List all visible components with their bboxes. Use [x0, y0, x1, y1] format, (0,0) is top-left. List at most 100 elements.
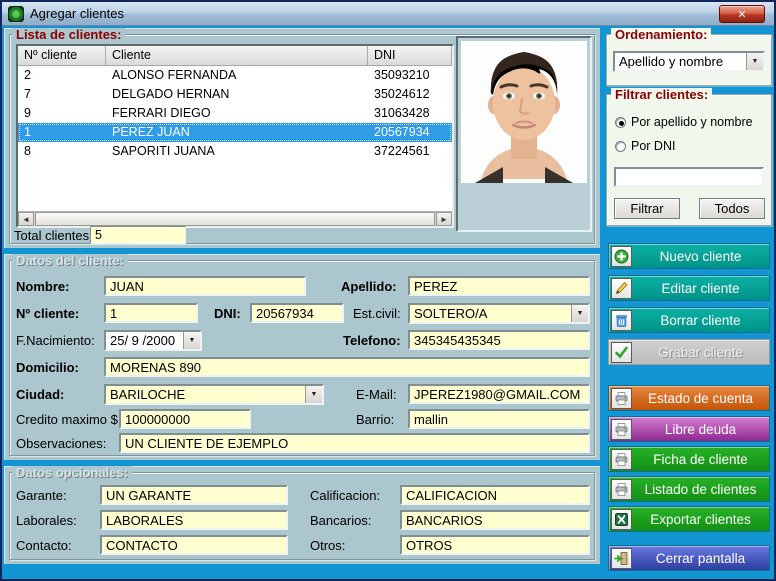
chevron-down-icon[interactable]: ▼	[183, 332, 200, 349]
ciudad-combo[interactable]: BARILOCHE ▼	[104, 384, 324, 405]
edit-client-button[interactable]: Editar cliente	[608, 275, 770, 301]
table-row[interactable]: 7 DELGADO HERNAN 35024612	[18, 85, 452, 104]
est-civil-value: SOLTERO/A	[410, 306, 571, 321]
ordering-value: Apellido y nombre	[615, 54, 746, 69]
column-header-name[interactable]: Cliente	[106, 46, 368, 66]
window-title: Agregar clientes	[30, 6, 124, 21]
button-label: Exportar clientes	[632, 512, 769, 527]
ordering-combo[interactable]: Apellido y nombre ▼	[613, 51, 765, 72]
dni-label: DNI:	[214, 306, 241, 321]
observaciones-field[interactable]	[119, 433, 590, 453]
client-list-button[interactable]: Listado de clientes	[608, 476, 770, 502]
barrio-field[interactable]	[408, 409, 590, 429]
client-list-title: Lista de clientes:	[12, 28, 125, 41]
filtrar-button[interactable]: Filtrar	[614, 198, 680, 219]
button-label: Grabar cliente	[632, 345, 769, 360]
client-data-panel: Datos del cliente: Nombre: Apellido: Nº …	[4, 254, 600, 460]
radio-por-dni[interactable]: Por DNI	[615, 139, 675, 153]
title-bar[interactable]: Agregar clientes ✕	[2, 2, 774, 26]
credito-field[interactable]	[119, 409, 251, 429]
otros-label: Otros:	[310, 538, 345, 553]
cell-name: DELGADO HERNAN	[106, 85, 368, 104]
radio-selected-icon	[615, 117, 626, 128]
ordering-title: Ordenamiento:	[611, 28, 711, 41]
close-screen-button[interactable]: Cerrar pantalla	[608, 545, 770, 571]
cell-dni: 35093210	[368, 66, 452, 85]
printer-icon	[611, 388, 632, 409]
table-row[interactable]: 8 SAPORITI JUANA 37224561	[18, 142, 452, 161]
cell-num: 8	[18, 142, 106, 161]
radio-por-apellido[interactable]: Por apellido y nombre	[615, 115, 753, 129]
telefono-field[interactable]	[408, 330, 590, 350]
button-label: Borrar cliente	[632, 313, 769, 328]
otros-field[interactable]	[400, 535, 590, 555]
scrollbar-thumb[interactable]	[35, 212, 435, 226]
table-row-selected[interactable]: 1 PEREZ JUAN 20567934	[18, 123, 452, 142]
close-button[interactable]: ✕	[719, 5, 765, 23]
garante-label: Garante:	[16, 488, 67, 503]
client-photo	[461, 41, 587, 183]
check-icon	[611, 342, 632, 363]
garante-field[interactable]	[100, 485, 288, 505]
f-nacimiento-value: 25/ 9 /2000	[106, 333, 183, 348]
scroll-right-arrow-icon[interactable]: ►	[436, 212, 452, 226]
email-label: E-Mail:	[356, 387, 396, 402]
todos-button[interactable]: Todos	[699, 198, 765, 219]
printer-icon	[611, 419, 632, 440]
client-card-button[interactable]: Ficha de cliente	[608, 446, 770, 472]
delete-client-button[interactable]: Borrar cliente	[608, 307, 770, 333]
chevron-down-icon[interactable]: ▼	[305, 386, 322, 403]
credito-label: Credito maximo $:	[16, 412, 121, 427]
printer-icon	[611, 449, 632, 470]
cell-dni: 31063428	[368, 104, 452, 123]
button-label: Editar cliente	[632, 281, 769, 296]
excel-icon	[611, 509, 632, 530]
button-label: Nuevo cliente	[632, 249, 769, 264]
cell-name: SAPORITI JUANA	[106, 142, 368, 161]
cell-dni: 35024612	[368, 85, 452, 104]
printer-icon	[611, 479, 632, 500]
export-clients-button[interactable]: Exportar clientes	[608, 506, 770, 532]
new-client-button[interactable]: Nuevo cliente	[608, 243, 770, 269]
client-data-title: Datos del cliente:	[12, 254, 128, 267]
account-status-button[interactable]: Estado de cuenta	[608, 385, 770, 411]
chevron-down-icon[interactable]: ▼	[571, 305, 588, 322]
table-row[interactable]: 9 FERRARI DIEGO 31063428	[18, 104, 452, 123]
calificacion-label: Calificacion:	[310, 488, 380, 503]
nombre-field[interactable]	[104, 276, 306, 296]
contacto-label: Contacto:	[16, 538, 72, 553]
dni-field[interactable]	[250, 303, 344, 323]
contacto-field[interactable]	[100, 535, 288, 555]
trash-icon	[611, 310, 632, 331]
table-row[interactable]: 2 ALONSO FERNANDA 35093210	[18, 66, 452, 85]
est-civil-combo[interactable]: SOLTERO/A ▼	[408, 303, 590, 324]
f-nacimiento-datepicker[interactable]: 25/ 9 /2000 ▼	[104, 330, 202, 351]
telefono-label: Telefono:	[343, 333, 401, 348]
column-header-dni[interactable]: DNI	[368, 46, 452, 66]
calificacion-field[interactable]	[400, 485, 590, 505]
horizontal-scrollbar[interactable]: ◄ ►	[18, 211, 452, 226]
ciudad-label: Ciudad:	[16, 387, 64, 402]
button-label: Libre deuda	[632, 422, 769, 437]
optional-data-panel: Datos opcionales: Garante: Calificacion:…	[4, 466, 600, 564]
email-field[interactable]	[408, 384, 590, 404]
laborales-field[interactable]	[100, 510, 288, 530]
agregar-clientes-window: Agregar clientes ✕ Lista de clientes: Nº…	[0, 0, 776, 581]
bancarios-field[interactable]	[400, 510, 590, 530]
cell-name: ALONSO FERNANDA	[106, 66, 368, 85]
column-header-num[interactable]: Nº cliente	[18, 46, 106, 66]
save-client-button[interactable]: Grabar cliente	[608, 339, 770, 365]
ordering-group: Ordenamiento: Apellido y nombre ▼	[606, 34, 772, 86]
chevron-down-icon[interactable]: ▼	[746, 53, 763, 70]
table-header: Nº cliente Cliente DNI	[18, 46, 452, 66]
f-nacimiento-label: F.Nacimiento:	[16, 333, 95, 348]
apellido-field[interactable]	[408, 276, 590, 296]
scroll-left-arrow-icon[interactable]: ◄	[18, 212, 34, 226]
filter-input[interactable]	[614, 167, 764, 187]
client-table: Nº cliente Cliente DNI 2 ALONSO FERNANDA…	[16, 44, 454, 228]
nro-cliente-field[interactable]	[104, 303, 198, 323]
filter-group: Filtrar clientes: Por apellido y nombre …	[606, 94, 772, 226]
debt-free-button[interactable]: Libre deuda	[608, 416, 770, 442]
domicilio-field[interactable]	[104, 357, 590, 377]
nombre-label: Nombre:	[16, 279, 69, 294]
